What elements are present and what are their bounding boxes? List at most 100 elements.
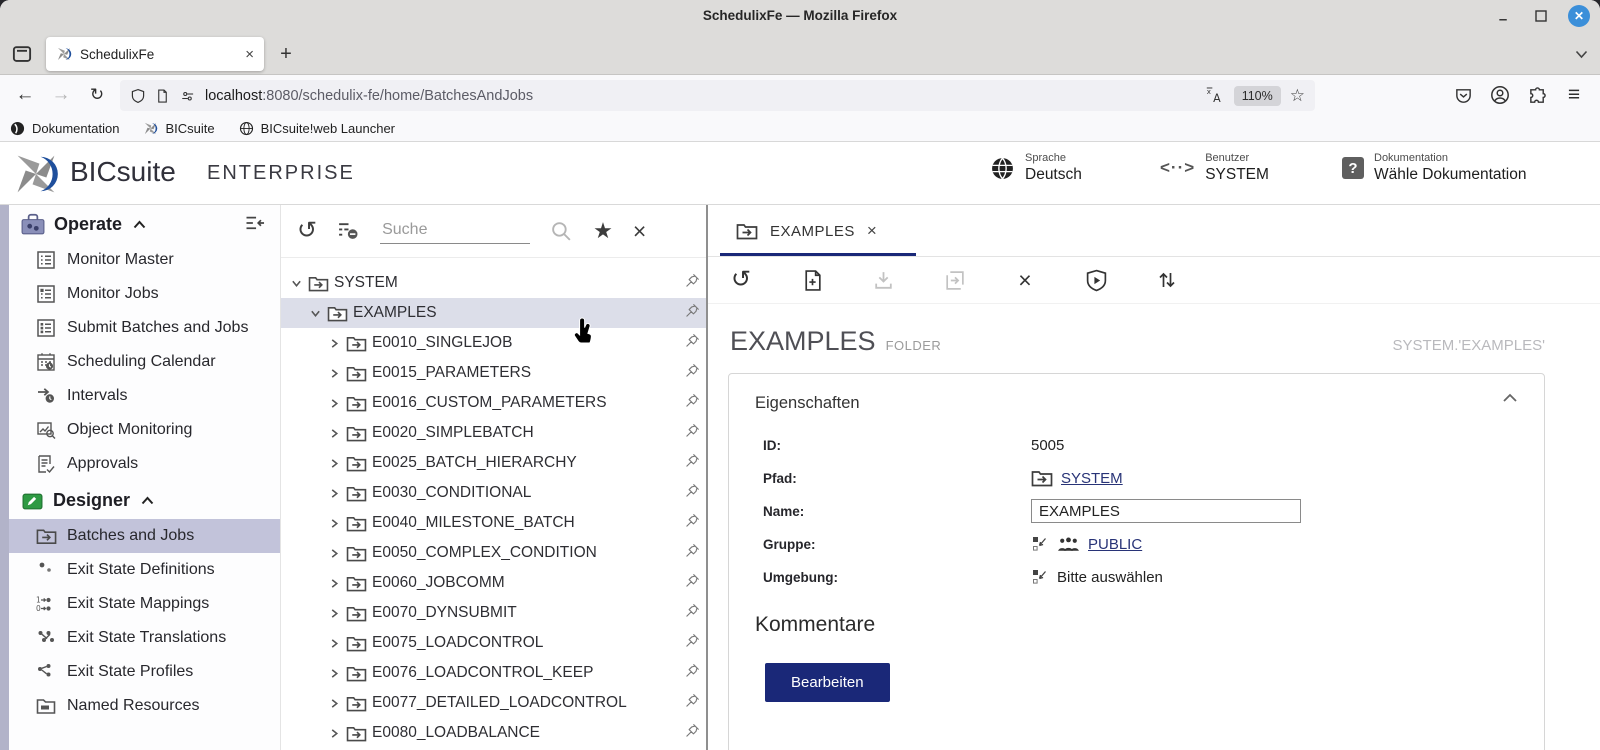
tree-expand-chevron-icon[interactable] xyxy=(327,698,341,709)
menu-button[interactable]: ≡ xyxy=(1562,83,1586,107)
tree-item[interactable]: E0075_LOADCONTROL xyxy=(281,628,706,658)
save-button[interactable] xyxy=(870,267,896,293)
account-button[interactable] xyxy=(1488,83,1512,107)
sidebar-item-scheduling-calendar[interactable]: Scheduling Calendar xyxy=(9,345,280,379)
sidebar-item-exit-state-definitions[interactable]: Exit State Definitions xyxy=(9,553,280,587)
sidebar-item-exit-state-profiles[interactable]: Exit State Profiles xyxy=(9,655,280,689)
refresh-button[interactable]: ↺ xyxy=(728,267,754,293)
tree-refresh-button[interactable]: ↺ xyxy=(297,219,317,243)
pin-icon[interactable] xyxy=(685,633,700,653)
tree-item[interactable]: E0050_COMPLEX_CONDITION xyxy=(281,538,706,568)
sidebar-item-object-monitoring[interactable]: Object Monitoring xyxy=(9,413,280,447)
sidebar-item-approvals[interactable]: Approvals xyxy=(9,447,280,481)
extensions-button[interactable] xyxy=(1525,83,1549,107)
new-tab-button[interactable]: + xyxy=(272,40,300,68)
search-icon[interactable] xyxy=(550,220,573,243)
tree-expand-chevron-icon[interactable] xyxy=(327,638,341,649)
detail-tab-examples[interactable]: EXAMPLES × xyxy=(720,205,893,257)
tree-expand-chevron-icon[interactable] xyxy=(327,488,341,499)
pin-icon[interactable] xyxy=(685,543,700,563)
documentation-selector[interactable]: ? Dokumentation Wähle Dokumentation xyxy=(1342,152,1527,184)
tree-expand-chevron-icon[interactable] xyxy=(327,458,341,469)
choose-icon[interactable] xyxy=(1031,568,1049,586)
tree-expand-chevron-icon[interactable] xyxy=(327,428,341,439)
tree-item[interactable]: E0040_MILESTONE_BATCH xyxy=(281,508,706,538)
tree-collapse-filter-icon[interactable] xyxy=(337,220,360,243)
user-selector[interactable]: <··> Benutzer SYSTEM xyxy=(1160,152,1269,184)
tree-expand-chevron-icon[interactable] xyxy=(327,728,341,739)
pin-icon[interactable] xyxy=(685,723,700,743)
pin-icon[interactable] xyxy=(685,603,700,623)
sidebar-item-batches-and-jobs[interactable]: Batches and Jobs xyxy=(9,519,280,553)
pin-icon[interactable] xyxy=(685,663,700,683)
choose-icon[interactable] xyxy=(1031,535,1049,553)
pin-icon[interactable] xyxy=(685,453,700,473)
sort-button[interactable] xyxy=(1154,267,1180,293)
pin-icon[interactable] xyxy=(685,333,700,353)
maximize-button[interactable] xyxy=(1530,5,1552,27)
page-info-icon[interactable] xyxy=(155,88,170,104)
sidebar-item-named-resources[interactable]: Named Resources xyxy=(9,689,280,723)
list-all-tabs-button[interactable] xyxy=(1575,46,1588,64)
sidebar-section-operate[interactable]: Operate xyxy=(9,205,280,243)
sidebar-item-monitor-master[interactable]: Monitor Master xyxy=(9,243,280,277)
tree-item[interactable]: E0076_LOADCONTROL_KEEP xyxy=(281,658,706,688)
favorites-star-icon[interactable]: ★ xyxy=(593,218,613,244)
pin-icon[interactable] xyxy=(685,483,700,503)
tree-expand-chevron-icon[interactable] xyxy=(327,338,341,349)
tree-expand-chevron-icon[interactable] xyxy=(327,548,341,559)
tree-item[interactable]: SYSTEM xyxy=(281,268,706,298)
pin-icon[interactable] xyxy=(685,393,700,413)
name-input[interactable] xyxy=(1031,499,1301,523)
tree-expand-chevron-icon[interactable] xyxy=(327,668,341,679)
pin-icon[interactable] xyxy=(685,693,700,713)
tree-expand-chevron-icon[interactable] xyxy=(327,578,341,589)
shield-icon[interactable] xyxy=(130,88,146,104)
tree-item[interactable]: E0020_SIMPLEBATCH xyxy=(281,418,706,448)
tree-expand-chevron-icon[interactable] xyxy=(327,398,341,409)
browser-tab[interactable]: SchedulixFe × xyxy=(46,37,264,71)
run-protected-button[interactable] xyxy=(1083,267,1109,293)
detail-tab-close-icon[interactable]: × xyxy=(867,221,877,241)
group-link[interactable]: PUBLIC xyxy=(1088,536,1142,553)
tree-item[interactable]: E0010_SINGLEJOB xyxy=(281,328,706,358)
pin-icon[interactable] xyxy=(685,423,700,443)
bookmark-bicsuite[interactable]: BICsuite xyxy=(143,121,215,136)
bookmark-star-icon[interactable]: ☆ xyxy=(1290,86,1305,106)
language-selector[interactable]: Sprache Deutsch xyxy=(990,152,1082,184)
zoom-level-button[interactable]: 110% xyxy=(1233,85,1281,106)
tree-expand-chevron-icon[interactable] xyxy=(327,518,341,529)
translate-icon[interactable]: xA xyxy=(1206,86,1225,105)
tree-item[interactable]: EXAMPLES xyxy=(281,298,706,328)
reload-button[interactable]: ↻ xyxy=(82,75,112,115)
tree-clear-icon[interactable]: × xyxy=(633,218,646,245)
forward-button[interactable]: → xyxy=(46,75,76,115)
collapse-sidebar-button[interactable] xyxy=(244,215,266,237)
close-button[interactable]: ✕ xyxy=(1568,5,1590,27)
tree-search-input[interactable] xyxy=(380,218,531,244)
pin-icon[interactable] xyxy=(685,303,700,323)
sidebar-item-exit-state-mappings[interactable]: 10 Exit State Mappings xyxy=(9,587,280,621)
tree-expand-chevron-icon[interactable] xyxy=(289,278,303,289)
tree-item[interactable]: E0060_JOBCOMM xyxy=(281,568,706,598)
new-document-button[interactable] xyxy=(799,267,825,293)
firefox-view-button[interactable] xyxy=(12,44,32,64)
pin-icon[interactable] xyxy=(685,273,700,293)
path-link[interactable]: SYSTEM xyxy=(1061,470,1123,487)
tree-item[interactable]: E0016_CUSTOM_PARAMETERS xyxy=(281,388,706,418)
bookmark-launcher[interactable]: BICsuite!web Launcher xyxy=(239,121,395,136)
tree-expand-chevron-icon[interactable] xyxy=(327,608,341,619)
tab-close-icon[interactable]: × xyxy=(245,46,254,63)
permissions-icon[interactable] xyxy=(179,88,196,103)
bookmark-dokumentation[interactable]: Dokumentation xyxy=(10,121,119,136)
pin-icon[interactable] xyxy=(685,513,700,533)
sidebar-item-monitor-jobs[interactable]: Monitor Jobs xyxy=(9,277,280,311)
url-bar[interactable]: localhost:8080/schedulix-fe/home/Batches… xyxy=(120,80,1315,111)
tree-item[interactable]: E0030_CONDITIONAL xyxy=(281,478,706,508)
tree-item[interactable]: E0070_DYNSUBMIT xyxy=(281,598,706,628)
pin-icon[interactable] xyxy=(685,573,700,593)
tree-item[interactable]: E0080_LOADBALANCE xyxy=(281,718,706,748)
edit-button[interactable]: Bearbeiten xyxy=(765,663,890,702)
tree-item[interactable]: E0015_PARAMETERS xyxy=(281,358,706,388)
submit-button[interactable] xyxy=(941,267,967,293)
